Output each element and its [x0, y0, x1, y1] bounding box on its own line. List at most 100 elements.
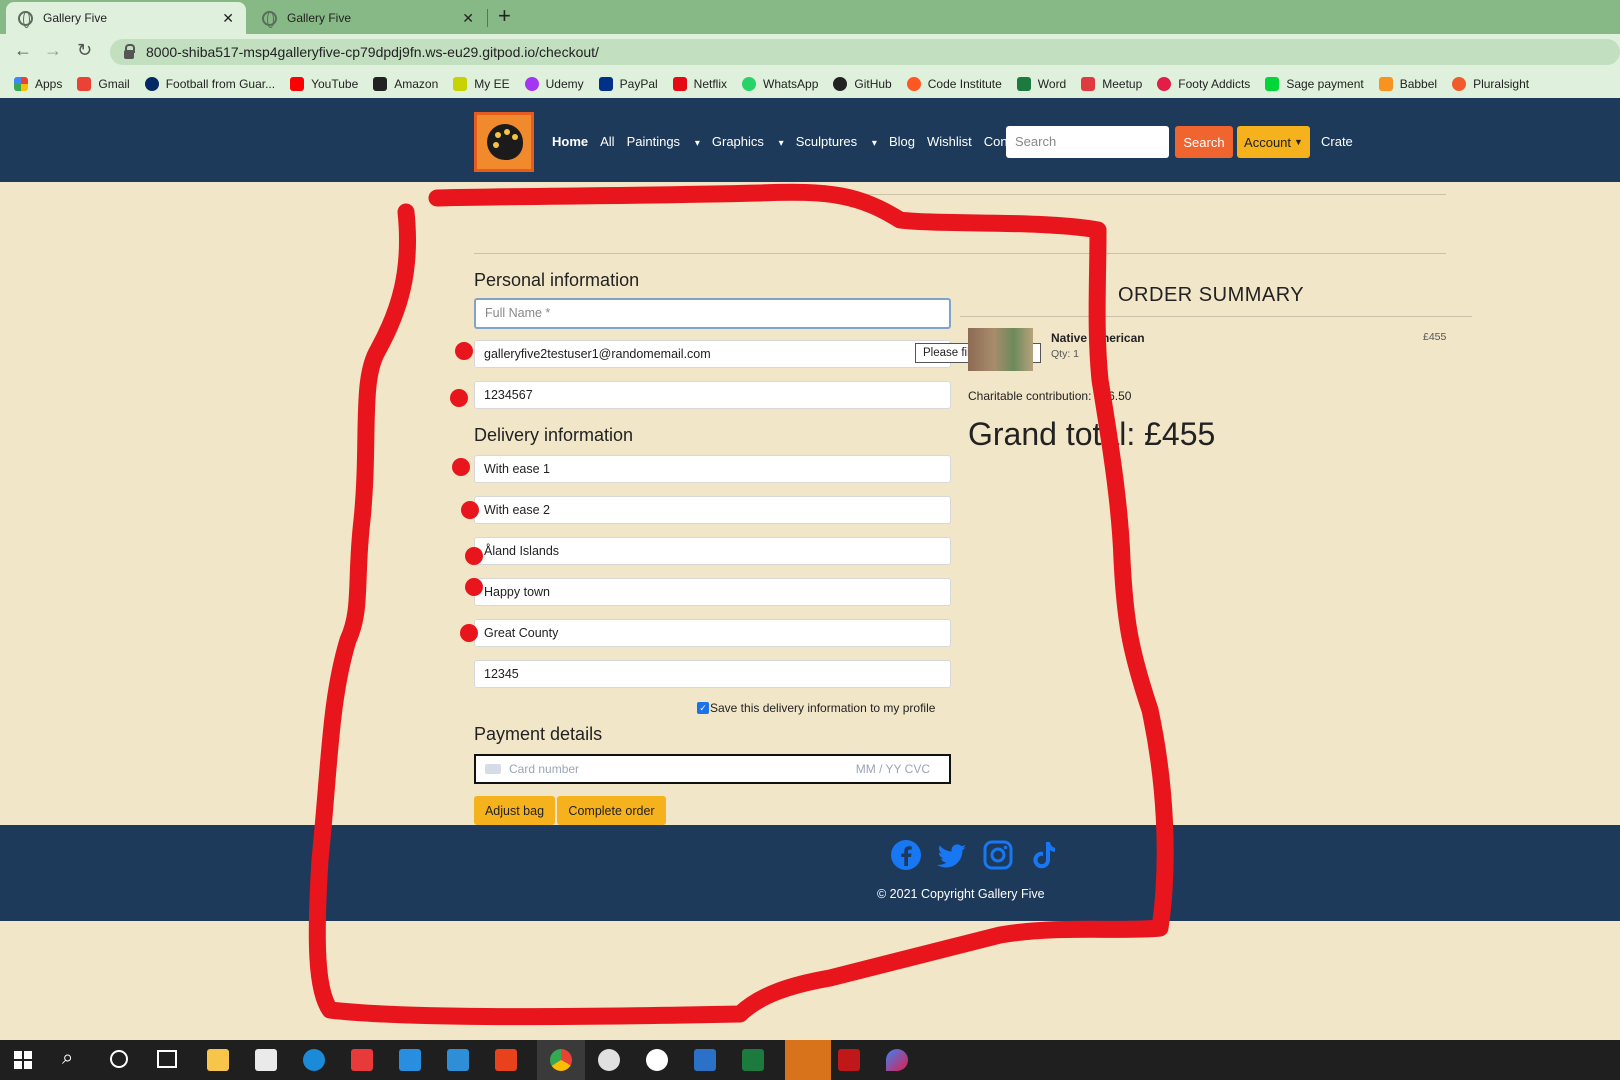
street-address-2-input[interactable]: With ease 2 [474, 496, 951, 524]
bookmark-label: Amazon [394, 77, 439, 91]
bookmark-label: Pluralsight [1473, 77, 1530, 91]
nav-wishlist[interactable]: Wishlist [927, 134, 972, 149]
bookmark-whatsapp[interactable]: WhatsApp [742, 77, 818, 91]
nav-home[interactable]: Home [552, 134, 588, 149]
grand-total: Grand total: £455 [968, 416, 1216, 452]
file-explorer-icon[interactable] [207, 1049, 229, 1071]
forward-arrow-icon[interactable]: → [44, 40, 62, 61]
tiktok-icon[interactable] [1026, 839, 1058, 871]
gallery-five-logo[interactable] [474, 112, 534, 172]
close-tab-icon[interactable]: ✕ [462, 10, 474, 27]
bookmark-amazon[interactable]: Amazon [373, 77, 438, 91]
nav-paintings[interactable]: Paintings [627, 134, 700, 149]
emoji-icon[interactable] [646, 1049, 668, 1071]
nav-search-input[interactable]: Search [1006, 126, 1169, 158]
personal-info-title: Personal information [474, 270, 640, 290]
nav-label: Sculptures [795, 134, 858, 149]
email-input[interactable]: galleryfive2testuser1@randomemail.com [474, 340, 951, 368]
chrome-icon[interactable] [550, 1049, 572, 1071]
globe-icon [262, 10, 277, 28]
town-input[interactable]: Happy town [474, 578, 951, 606]
back-arrow-icon[interactable]: ← [14, 40, 32, 61]
full-name-input[interactable]: Full Name * [474, 298, 951, 329]
bookmark-label: Babbel [1399, 77, 1438, 91]
url-field[interactable]: 8000-shiba517-msp4galleryfive-cp79dpdj9f… [110, 39, 1620, 65]
nav-links: Home All Paintings Graphics Sculptures B… [552, 134, 1041, 149]
nav-graphics[interactable]: Graphics [712, 134, 784, 149]
bookmark-netflix[interactable]: Netflix [672, 77, 728, 91]
browser-tab-active[interactable]: Gallery Five ✕ [6, 2, 246, 34]
facebook-icon[interactable] [890, 839, 922, 871]
search-icon[interactable]: ⌕ [62, 1047, 73, 1070]
task-view-icon[interactable] [157, 1050, 177, 1068]
cortana-icon[interactable] [110, 1050, 128, 1068]
babbel-icon [1378, 77, 1393, 91]
bookmark-github[interactable]: GitHub [833, 77, 892, 91]
bookmark-footy-addicts[interactable]: Footy Addicts [1157, 77, 1250, 91]
gift-icon[interactable] [351, 1049, 373, 1071]
postcode-input[interactable]: 12345 [474, 660, 951, 688]
bookmark-gmail[interactable]: Gmail [77, 77, 130, 91]
bookmark-code-institute[interactable]: Code Institute [906, 77, 1002, 91]
windows-start-icon[interactable] [14, 1051, 32, 1069]
drop-icon[interactable] [886, 1049, 908, 1071]
charitable-contribution: Charitable contribution: £36.50 [968, 389, 1132, 403]
bookmark-apps[interactable]: Apps [14, 77, 62, 91]
office-icon[interactable] [495, 1049, 517, 1071]
search-button[interactable]: Search [1175, 126, 1233, 158]
nav-all[interactable]: All [600, 134, 614, 149]
mcafee-icon[interactable] [838, 1049, 860, 1071]
edge-icon[interactable] [303, 1049, 325, 1071]
bookmark-paypal[interactable]: PayPal [598, 77, 658, 91]
bookmark-meetup[interactable]: Meetup [1081, 77, 1142, 91]
whatsapp-icon [742, 77, 757, 91]
account-dropdown-button[interactable]: Account ▼ [1237, 126, 1310, 158]
photos-icon[interactable] [694, 1049, 716, 1071]
bookmark-label: Netflix [693, 77, 728, 91]
county-input[interactable]: Great County [474, 619, 951, 647]
bookmark-football[interactable]: Football from Guar... [144, 77, 276, 91]
bookmark-udemy[interactable]: Udemy [524, 77, 584, 91]
security-shield-icon[interactable] [785, 1040, 831, 1080]
nav-blog[interactable]: Blog [889, 134, 915, 149]
bookmark-sage[interactable]: Sage payment [1265, 77, 1364, 91]
annotation-dot [452, 458, 470, 476]
phone-input[interactable]: 1234567 [474, 381, 951, 409]
adjust-bag-button[interactable]: Adjust bag [474, 796, 555, 825]
reload-icon[interactable]: ↻ [77, 40, 92, 61]
lock-icon [124, 43, 135, 59]
store-icon[interactable] [255, 1049, 277, 1071]
apps-grid-icon [14, 77, 28, 91]
bookmark-label: Football from Guar... [165, 77, 276, 91]
annotation-dot [455, 342, 473, 360]
bookmark-myee[interactable]: My EE [453, 77, 510, 91]
new-tab-icon[interactable]: + [498, 3, 511, 29]
vscode-icon[interactable] [447, 1049, 469, 1071]
footy-addicts-icon [1157, 77, 1172, 91]
save-info-checkbox[interactable]: ✓ [697, 702, 709, 714]
windows-taskbar: ⌕ [0, 1040, 1620, 1080]
instagram-icon[interactable] [982, 839, 1014, 871]
bookmark-babbel[interactable]: Babbel [1378, 77, 1438, 91]
twitter-icon[interactable] [936, 839, 968, 871]
ee-icon [453, 77, 468, 91]
complete-order-button[interactable]: Complete order [557, 796, 666, 825]
bookmark-word[interactable]: Word [1016, 77, 1067, 91]
excel-icon[interactable] [742, 1049, 764, 1071]
nav-crate[interactable]: Crate [1321, 134, 1353, 149]
nav-label: Graphics [711, 134, 764, 149]
bookmark-pluralsight[interactable]: Pluralsight [1452, 77, 1529, 91]
card-number-input[interactable]: Card number MM / YY CVC [474, 754, 951, 784]
mail-icon[interactable] [399, 1049, 421, 1071]
product-name: Native American [1051, 331, 1145, 345]
bookmark-youtube[interactable]: YouTube [290, 77, 358, 91]
bookmark-label: Word [1037, 77, 1067, 91]
close-tab-icon[interactable]: ✕ [222, 10, 234, 27]
word-icon [1016, 77, 1031, 91]
street-address-1-input[interactable]: With ease 1 [474, 455, 951, 483]
sage-icon [1265, 77, 1280, 91]
country-select[interactable]: Åland Islands [474, 537, 951, 565]
nav-sculptures[interactable]: Sculptures [796, 134, 877, 149]
slack-icon[interactable] [598, 1049, 620, 1071]
browser-tab-inactive[interactable]: Gallery Five ✕ [250, 2, 486, 34]
